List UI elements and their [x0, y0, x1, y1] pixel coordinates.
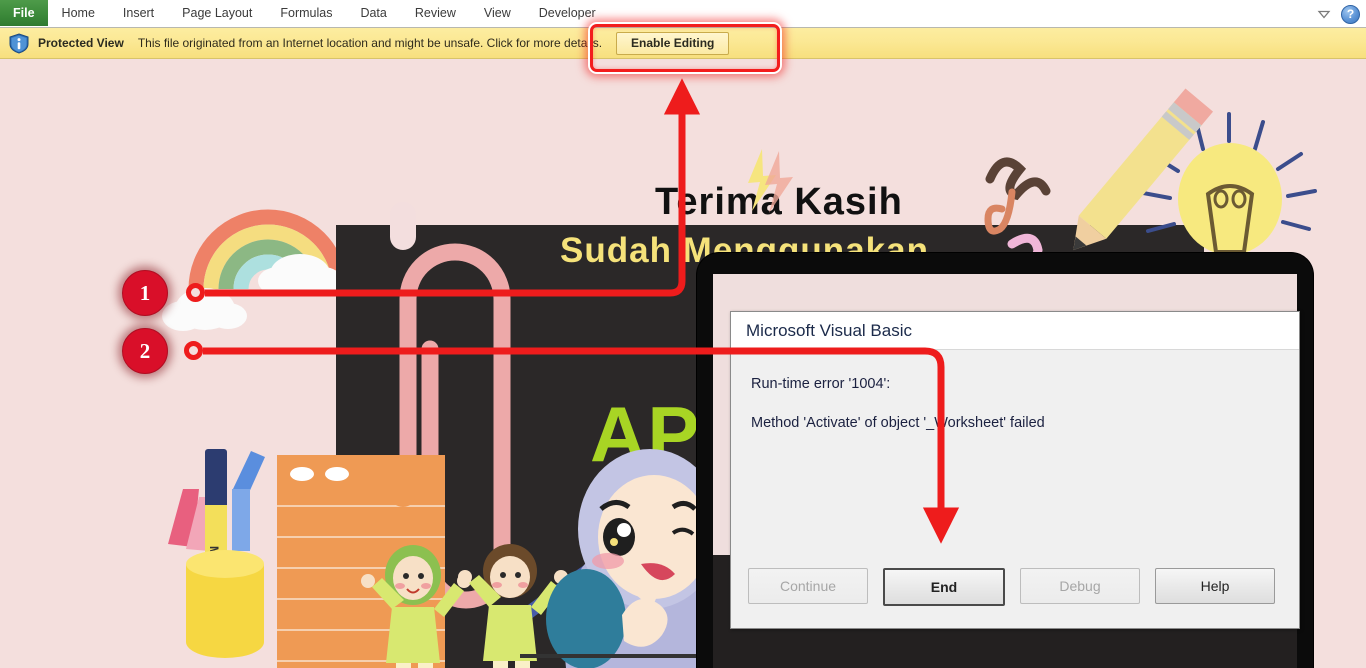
- tab-insert[interactable]: Insert: [109, 0, 168, 26]
- tab-page-layout[interactable]: Page Layout: [168, 0, 266, 26]
- error-code-line: Run-time error '1004':: [751, 376, 891, 392]
- help-question-icon[interactable]: ?: [1341, 4, 1360, 24]
- tab-review[interactable]: Review: [401, 0, 470, 26]
- end-button[interactable]: End: [883, 568, 1005, 606]
- ribbon-right-controls: ?: [1317, 0, 1360, 28]
- tab-data[interactable]: Data: [346, 0, 400, 26]
- dialog-title-bar: Microsoft Visual Basic: [731, 312, 1299, 350]
- debug-button: Debug: [1020, 568, 1140, 604]
- enable-editing-highlight: [590, 24, 780, 72]
- help-button[interactable]: Help: [1155, 568, 1275, 604]
- tab-home[interactable]: Home: [48, 0, 109, 26]
- dialog-title: Microsoft Visual Basic: [746, 320, 912, 340]
- callout-ring-1: [186, 283, 205, 302]
- vba-error-dialog: Microsoft Visual Basic Run-time error '1…: [730, 311, 1300, 629]
- screenshot-root: APL BO Terima Kasih Sudah Menggunakan: [0, 0, 1366, 668]
- tab-formulas[interactable]: Formulas: [266, 0, 346, 26]
- chevron-down-icon[interactable]: [1317, 7, 1331, 21]
- protected-view-title: Protected View: [38, 36, 124, 50]
- protected-view-message: This file originated from an Internet lo…: [137, 36, 603, 50]
- ribbon-tab-list: File Home Insert Page Layout Formulas Da…: [0, 0, 610, 28]
- error-message-line: Method 'Activate' of object '_Worksheet'…: [751, 415, 1045, 431]
- step-marker-2: 2: [122, 328, 168, 374]
- continue-button: Continue: [748, 568, 868, 604]
- callout-ring-2: [184, 341, 203, 360]
- step-marker-1: 1: [122, 270, 168, 316]
- info-shield-icon: [9, 32, 29, 54]
- tab-file[interactable]: File: [0, 0, 48, 26]
- dialog-button-row: Continue End Debug Help: [731, 568, 1316, 606]
- tab-view[interactable]: View: [470, 0, 525, 26]
- tab-developer[interactable]: Developer: [525, 0, 610, 26]
